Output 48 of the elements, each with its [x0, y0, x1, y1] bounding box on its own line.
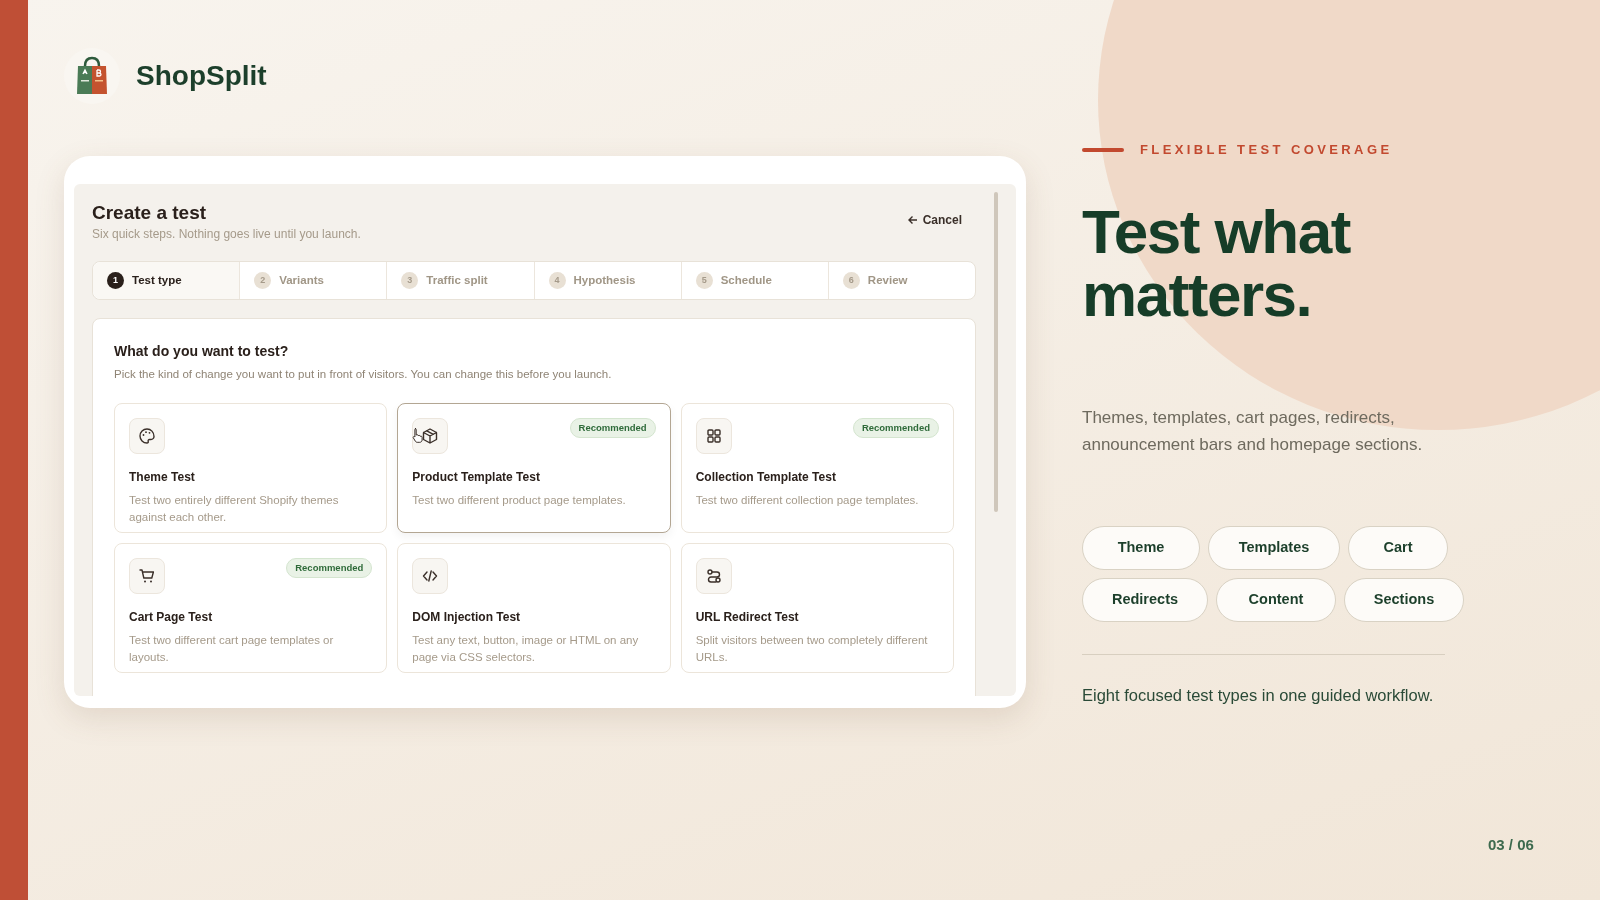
test-type-card[interactable]: Recommended Product Template Test Test two different product page templates. — [397, 403, 671, 534]
palette-icon — [138, 427, 156, 446]
category-chip[interactable]: Redirects — [1082, 578, 1208, 623]
headline: Test what matters. — [1082, 199, 1352, 326]
cancel-button[interactable]: Cancel — [900, 210, 968, 230]
recommended-badge: Recommended — [852, 418, 939, 439]
eyebrow-label: FLEXIBLE TEST COVERAGE — [1140, 141, 1393, 159]
option-title: DOM Injection Test — [412, 609, 522, 627]
pointer-cursor-icon — [412, 426, 425, 443]
page-counter: 03 / 06 — [1488, 835, 1534, 855]
option-description: Test two entirely different Shopify themes against each other. — [129, 493, 340, 526]
test-type-card[interactable]: Theme Test Test two entirely different Shopify themes against each other. — [114, 403, 388, 534]
category-chip[interactable]: Content — [1216, 578, 1336, 623]
category-chip[interactable]: Templates — [1208, 526, 1340, 571]
option-title: Cart Page Test — [129, 609, 214, 627]
accent-line — [1082, 147, 1124, 152]
option-description: Split visitors between two completely different URLs. — [695, 633, 929, 666]
brand-name: ShopSplit — [136, 59, 267, 93]
shopping-bag-logo-icon — [74, 56, 110, 96]
option-description: Test two different cart page templates or layouts. — [129, 633, 335, 666]
option-title: Collection Template Test — [695, 469, 837, 487]
grid-icon — [704, 427, 723, 446]
section-heading: What do you want to test? — [114, 341, 290, 361]
option-title: URL Redirect Test — [695, 609, 800, 627]
recommended-badge: Recommended — [569, 418, 656, 439]
test-type-card[interactable]: Recommended Cart Page Test Test two different cart page templates or layouts. — [114, 543, 388, 674]
test-type-card[interactable]: Recommended Collection Template Test Test two different collection page templates. — [680, 403, 954, 534]
lead-paragraph: Themes, templates, cart pages, redirects, announcement bars and homepage sections. — [1082, 406, 1424, 457]
test-type-card[interactable]: URL Redirect Test Split visitors between two completely different URLs. — [680, 543, 954, 674]
scrollbar[interactable] — [994, 192, 998, 512]
test-type-card[interactable]: DOM Injection Test Test any text, button, image or HTML on any page via CSS selectors. — [397, 543, 671, 674]
recommended-badge: Recommended — [286, 558, 373, 579]
category-chip[interactable]: Theme — [1082, 526, 1200, 571]
option-title: Product Template Test — [412, 469, 541, 487]
step-tab[interactable]: 1 Test type — [93, 261, 241, 299]
section-hint: Pick the kind of change you want to put in front of visitors. You can change this before you launch. — [114, 366, 613, 382]
route-icon — [704, 567, 723, 586]
category-chip[interactable]: Sections — [1344, 578, 1464, 623]
option-description: Test two different collection page templates. — [695, 493, 920, 509]
option-title: Theme Test — [129, 469, 196, 487]
category-chip[interactable]: Cart — [1348, 526, 1448, 571]
arrow-left-icon — [906, 214, 919, 226]
option-description: Test two different product page templates. — [412, 493, 627, 509]
option-description: Test any text, button, image or HTML on any page via CSS selectors. — [412, 633, 640, 666]
box-icon — [421, 427, 440, 446]
footnote-text: Eight focused test types in one guided workflow. — [1082, 685, 1435, 707]
page-title: Create a test — [92, 202, 208, 225]
page-subtitle: Six quick steps. Nothing goes live until you launch. — [92, 225, 361, 243]
